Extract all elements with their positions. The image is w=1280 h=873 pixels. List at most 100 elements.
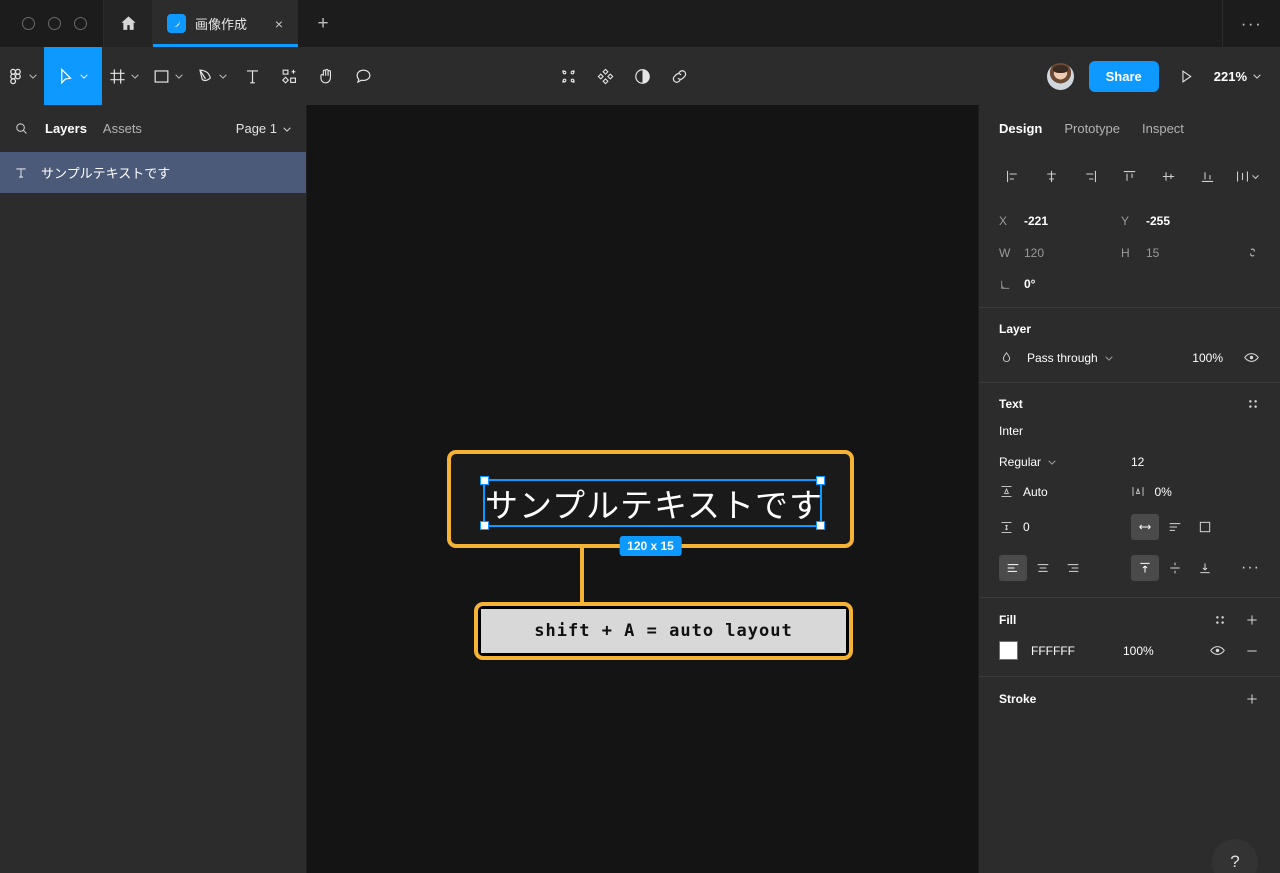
- tool-hand[interactable]: [308, 47, 345, 105]
- align-vertical-center-button[interactable]: [1149, 161, 1188, 191]
- paragraph-spacing-field[interactable]: 0: [999, 520, 1131, 535]
- resize-handle-bottom-right[interactable]: [816, 521, 825, 530]
- tool-resources[interactable]: [271, 47, 308, 105]
- letter-spacing-field[interactable]: 0%: [1130, 484, 1261, 499]
- zoom-control[interactable]: 221%: [1214, 69, 1262, 84]
- align-text-bottom-button[interactable]: [1191, 555, 1219, 581]
- tool-component[interactable]: [587, 47, 624, 105]
- text-section-title: Text: [999, 397, 1023, 411]
- stroke-section-title: Stroke: [999, 692, 1037, 706]
- align-text-top-icon: [1137, 560, 1153, 576]
- tab-design[interactable]: Design: [999, 121, 1042, 136]
- design-canvas[interactable]: サンプルテキストです 120 x 15 shift + A = auto lay…: [307, 105, 978, 873]
- annotated-frame[interactable]: サンプルテキストです 120 x 15: [447, 450, 854, 556]
- tool-mask[interactable]: [550, 47, 587, 105]
- callout-text: shift + A = auto layout: [534, 621, 793, 641]
- browser-tab-bar: 画像作成 × + ···: [0, 0, 1280, 47]
- align-top-button[interactable]: [1110, 161, 1149, 191]
- resize-handle-bottom-left[interactable]: [480, 521, 489, 530]
- design-panel-tabs: Design Prototype Inspect: [979, 105, 1280, 152]
- rotation-field[interactable]: 0°: [999, 277, 1121, 291]
- share-button[interactable]: Share: [1088, 60, 1159, 92]
- tool-comment[interactable]: [345, 47, 382, 105]
- tab-layers[interactable]: Layers: [45, 121, 87, 136]
- canvas-text-element[interactable]: サンプルテキストです: [485, 479, 822, 527]
- help-button[interactable]: ?: [1212, 839, 1258, 873]
- file-tab[interactable]: 画像作成 ×: [153, 0, 298, 47]
- align-text-middle-button[interactable]: [1161, 555, 1189, 581]
- text-align-left-button[interactable]: [999, 555, 1027, 581]
- tool-shape[interactable]: [146, 47, 190, 105]
- align-bottom-button[interactable]: [1188, 161, 1227, 191]
- close-window-button[interactable]: [22, 17, 35, 30]
- tool-boolean[interactable]: [624, 47, 661, 105]
- font-size-value[interactable]: 12: [1131, 455, 1144, 469]
- align-horizontal-center-button[interactable]: [1032, 161, 1071, 191]
- fill-color-swatch[interactable]: [999, 641, 1018, 660]
- align-horizontal-center-icon: [1043, 168, 1060, 185]
- resize-handle-top-right[interactable]: [816, 476, 825, 485]
- add-stroke-button[interactable]: [1244, 691, 1260, 707]
- eye-icon[interactable]: [1209, 642, 1226, 659]
- width-value: 120: [1024, 245, 1045, 260]
- text-align-center-button[interactable]: [1029, 555, 1057, 581]
- width-field[interactable]: W 120: [999, 246, 1121, 260]
- font-weight-dropdown[interactable]: Regular: [999, 455, 1131, 469]
- tab-prototype[interactable]: Prototype: [1064, 121, 1120, 136]
- text-align-left-icon: [1005, 560, 1021, 576]
- page-selector[interactable]: Page 1: [236, 121, 292, 136]
- x-label: X: [999, 214, 1008, 228]
- layer-list-item[interactable]: サンプルテキストです: [0, 152, 306, 193]
- tool-link[interactable]: [661, 47, 698, 105]
- eye-icon[interactable]: [1243, 349, 1260, 366]
- auto-height-button[interactable]: [1161, 514, 1189, 540]
- user-avatar[interactable]: [1044, 60, 1076, 92]
- text-options-icon[interactable]: [1246, 397, 1260, 411]
- tool-text[interactable]: [234, 47, 271, 105]
- callout-box[interactable]: shift + A = auto layout: [474, 602, 853, 660]
- broken-link-icon[interactable]: [1245, 245, 1260, 260]
- hand-icon: [317, 67, 336, 86]
- auto-width-button[interactable]: [1131, 514, 1159, 540]
- fill-opacity-value[interactable]: 100%: [1123, 644, 1193, 658]
- home-icon: [119, 14, 138, 33]
- fixed-size-button[interactable]: [1191, 514, 1219, 540]
- align-left-button[interactable]: [993, 161, 1032, 191]
- close-tab-button[interactable]: ×: [270, 15, 288, 33]
- tab-overflow-menu-button[interactable]: ···: [1222, 0, 1280, 47]
- mask-icon: [559, 67, 578, 86]
- align-text-top-button[interactable]: [1131, 555, 1159, 581]
- layer-opacity-value[interactable]: 100%: [1163, 351, 1223, 365]
- line-height-field[interactable]: Auto: [999, 484, 1130, 499]
- present-button[interactable]: [1172, 68, 1201, 85]
- blend-mode-dropdown[interactable]: Pass through: [1027, 351, 1114, 365]
- height-field[interactable]: H 15: [1121, 246, 1243, 260]
- new-tab-button[interactable]: +: [298, 0, 348, 47]
- text-align-right-button[interactable]: [1059, 555, 1087, 581]
- x-field[interactable]: X -221: [999, 214, 1121, 228]
- search-icon[interactable]: [14, 121, 29, 136]
- styles-icon[interactable]: [1213, 613, 1227, 627]
- text-more-options-button[interactable]: ···: [1241, 559, 1260, 577]
- resize-handle-top-left[interactable]: [480, 476, 489, 485]
- remove-fill-button[interactable]: [1244, 643, 1260, 659]
- y-field[interactable]: Y -255: [1121, 214, 1243, 228]
- minimize-window-button[interactable]: [48, 17, 61, 30]
- align-text-bottom-icon: [1197, 560, 1213, 576]
- fill-hex-value[interactable]: FFFFFF: [1031, 644, 1123, 658]
- tool-pen[interactable]: [190, 47, 234, 105]
- tab-assets[interactable]: Assets: [103, 121, 142, 136]
- maximize-window-button[interactable]: [74, 17, 87, 30]
- distribute-button[interactable]: [1227, 161, 1266, 191]
- tool-frame[interactable]: [102, 47, 146, 105]
- add-fill-button[interactable]: [1244, 612, 1260, 628]
- selection-bounding-box[interactable]: サンプルテキストです: [480, 476, 825, 530]
- home-button[interactable]: [104, 0, 153, 47]
- tool-figma-menu[interactable]: [0, 47, 44, 105]
- font-family-value[interactable]: Inter: [999, 424, 1260, 438]
- align-text-middle-icon: [1167, 560, 1183, 576]
- tool-move[interactable]: [44, 47, 102, 105]
- align-right-button[interactable]: [1071, 161, 1110, 191]
- paragraph-spacing-value: 0: [1023, 520, 1030, 534]
- tab-inspect[interactable]: Inspect: [1142, 121, 1184, 136]
